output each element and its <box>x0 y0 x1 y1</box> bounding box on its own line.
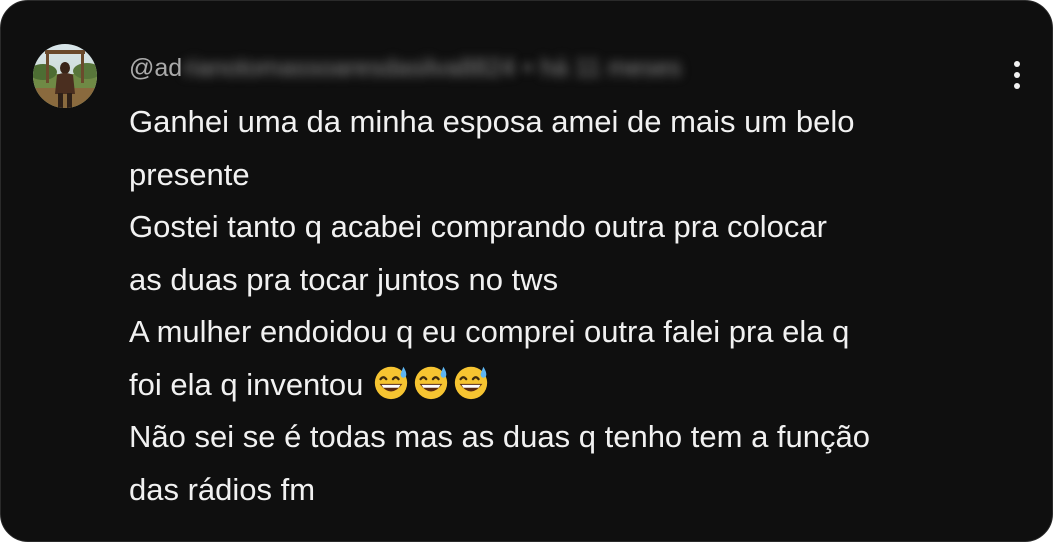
comment-line: das rádios fm <box>129 471 316 507</box>
author-handle-blurred[interactable]: rianotomassoaresdasilva8824 <box>183 54 515 83</box>
comment-line-with-emoji: foi ela q inventou <box>129 359 1029 412</box>
meta-separator: • <box>523 53 533 82</box>
comment-line: Não sei se é todas mas as duas q tenho t… <box>129 419 871 454</box>
grinning-face-with-sweat-icon <box>415 367 448 400</box>
comment-header: @ad rianotomassoaresdasilva8824 • há 11 … <box>129 51 681 85</box>
grinning-face-with-sweat-icon <box>455 367 488 400</box>
comment-line: presente <box>129 156 250 192</box>
comment-line: A mulher endoidou q eu comprei outra fal… <box>129 314 850 349</box>
comment-line: as duas pra tocar juntos no tws <box>129 261 559 297</box>
comment-text: Ganhei uma da minha esposa amei de mais … <box>129 96 1029 516</box>
avatar[interactable] <box>33 44 97 108</box>
avatar-photo <box>33 44 97 108</box>
comment-line-text: foi ela q inventou <box>129 366 364 402</box>
grinning-face-with-sweat-icon <box>375 367 408 400</box>
comment-card: @ad rianotomassoaresdasilva8824 • há 11 … <box>0 0 1053 542</box>
emoji-group <box>372 363 492 401</box>
author-handle[interactable]: @ad <box>129 54 182 83</box>
comment-line: Ganhei uma da minha esposa amei de mais … <box>129 104 855 139</box>
comment-timestamp[interactable]: há 11 meses <box>540 54 681 83</box>
comment-menu-button[interactable] <box>1001 57 1033 93</box>
vertical-ellipsis-icon <box>1014 61 1020 89</box>
comment-line: Gostei tanto q acabei comprando outra pr… <box>129 209 827 244</box>
